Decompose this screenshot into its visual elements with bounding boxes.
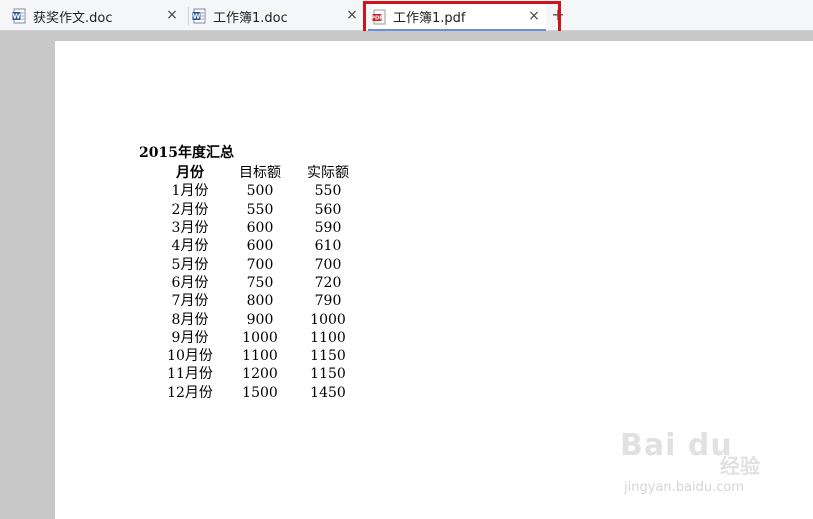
table-row: 3月份 600 590 xyxy=(155,219,361,237)
workspace-left-margin xyxy=(0,41,55,519)
cell-actual: 1450 xyxy=(310,384,346,401)
table-row: 4月份 600 610 xyxy=(155,237,361,255)
table-row: 5月份 700 700 xyxy=(155,255,361,273)
close-icon[interactable]: × xyxy=(346,8,358,22)
tab-label: 工作簿1.pdf xyxy=(393,11,466,26)
table-row: 1月份 500 550 xyxy=(155,182,361,200)
cell-month: 3月份 xyxy=(171,220,209,237)
cell-target: 800 xyxy=(246,293,274,310)
document-title: 2015年度汇总 xyxy=(139,145,234,161)
cell-month: 2月份 xyxy=(171,201,209,218)
document-page: 2015年度汇总 月份 目标额 实际额 1月份 500 550 2月份 550 560 3月… xyxy=(55,41,813,519)
cell-actual: 720 xyxy=(314,274,342,291)
cell-target: 750 xyxy=(246,274,274,291)
table-row: 11月份 1200 1150 xyxy=(155,365,361,383)
column-header-month: 月份 xyxy=(176,165,204,182)
pdf-document-icon: PDF xyxy=(372,9,386,24)
column-header-target: 目标额 xyxy=(239,165,281,182)
svg-text:W: W xyxy=(193,13,201,21)
cell-month: 10月份 xyxy=(167,348,213,365)
cell-month: 8月份 xyxy=(171,311,209,328)
cell-target: 1200 xyxy=(242,366,278,383)
cell-target: 1000 xyxy=(242,329,278,346)
table-row: 9月份 1000 1100 xyxy=(155,329,361,347)
wps-window: W 获奖作文.doc × W 工作簿1.doc × PDF 工作簿1.pdf ×… xyxy=(0,0,813,519)
table-row: 6月份 750 720 xyxy=(155,274,361,292)
cell-actual: 700 xyxy=(314,256,342,273)
tab-doc-workbook[interactable]: W 工作簿1.doc × xyxy=(192,3,364,29)
cell-month: 1月份 xyxy=(171,183,209,200)
cell-actual: 1000 xyxy=(310,311,346,328)
cell-month: 6月份 xyxy=(171,274,209,291)
svg-text:PDF: PDF xyxy=(372,15,383,21)
table-row: 8月份 900 1000 xyxy=(155,310,361,328)
cell-actual: 560 xyxy=(314,201,342,218)
cell-actual: 1150 xyxy=(310,348,346,365)
close-icon[interactable]: × xyxy=(166,8,178,22)
close-icon[interactable]: × xyxy=(528,9,540,23)
new-tab-button[interactable]: + xyxy=(551,7,565,23)
cell-target: 1100 xyxy=(242,348,278,365)
cell-month: 4月份 xyxy=(171,238,209,255)
workspace-top-margin xyxy=(0,31,813,41)
cell-actual: 1100 xyxy=(310,329,346,346)
cell-actual: 590 xyxy=(314,220,342,237)
table-header-row: 月份 目标额 实际额 xyxy=(155,164,361,182)
table-row: 2月份 550 560 xyxy=(155,201,361,219)
table-row: 10月份 1100 1150 xyxy=(155,347,361,365)
cell-target: 700 xyxy=(246,256,274,273)
cell-target: 600 xyxy=(246,220,274,237)
word-document-icon: W xyxy=(192,8,206,24)
table-row: 7月份 800 790 xyxy=(155,292,361,310)
tab-bar: W 获奖作文.doc × W 工作簿1.doc × PDF 工作簿1.pdf ×… xyxy=(0,0,813,31)
tab-pdf-workbook-active[interactable]: PDF 工作簿1.pdf × xyxy=(368,4,546,31)
svg-text:W: W xyxy=(13,13,21,21)
tab-divider xyxy=(188,7,189,25)
cell-month: 12月份 xyxy=(167,384,213,401)
cell-month: 5月份 xyxy=(171,256,209,273)
cell-month: 9月份 xyxy=(171,329,209,346)
cell-month: 7月份 xyxy=(171,293,209,310)
tab-label: 工作簿1.doc xyxy=(213,10,288,26)
cell-target: 1500 xyxy=(242,384,278,401)
cell-target: 900 xyxy=(246,311,274,328)
word-document-icon: W xyxy=(12,8,26,24)
cell-actual: 610 xyxy=(314,238,342,255)
tab-label: 获奖作文.doc xyxy=(33,10,113,26)
summary-table: 月份 目标额 实际额 1月份 500 550 2月份 550 560 3月份 600 590 4月… xyxy=(155,164,361,402)
cell-target: 500 xyxy=(246,183,274,200)
table-row: 12月份 1500 1450 xyxy=(155,384,361,402)
cell-target: 600 xyxy=(246,238,274,255)
column-header-actual: 实际额 xyxy=(307,165,349,182)
cell-actual: 550 xyxy=(314,183,342,200)
cell-actual: 790 xyxy=(314,293,342,310)
cell-actual: 1150 xyxy=(310,366,346,383)
cell-month: 11月份 xyxy=(167,366,213,383)
cell-target: 550 xyxy=(246,201,274,218)
table-body: 1月份 500 550 2月份 550 560 3月份 600 590 4月份 600 610 5月份 7… xyxy=(155,182,361,402)
tab-doc-award-essay[interactable]: W 获奖作文.doc × xyxy=(12,3,184,29)
